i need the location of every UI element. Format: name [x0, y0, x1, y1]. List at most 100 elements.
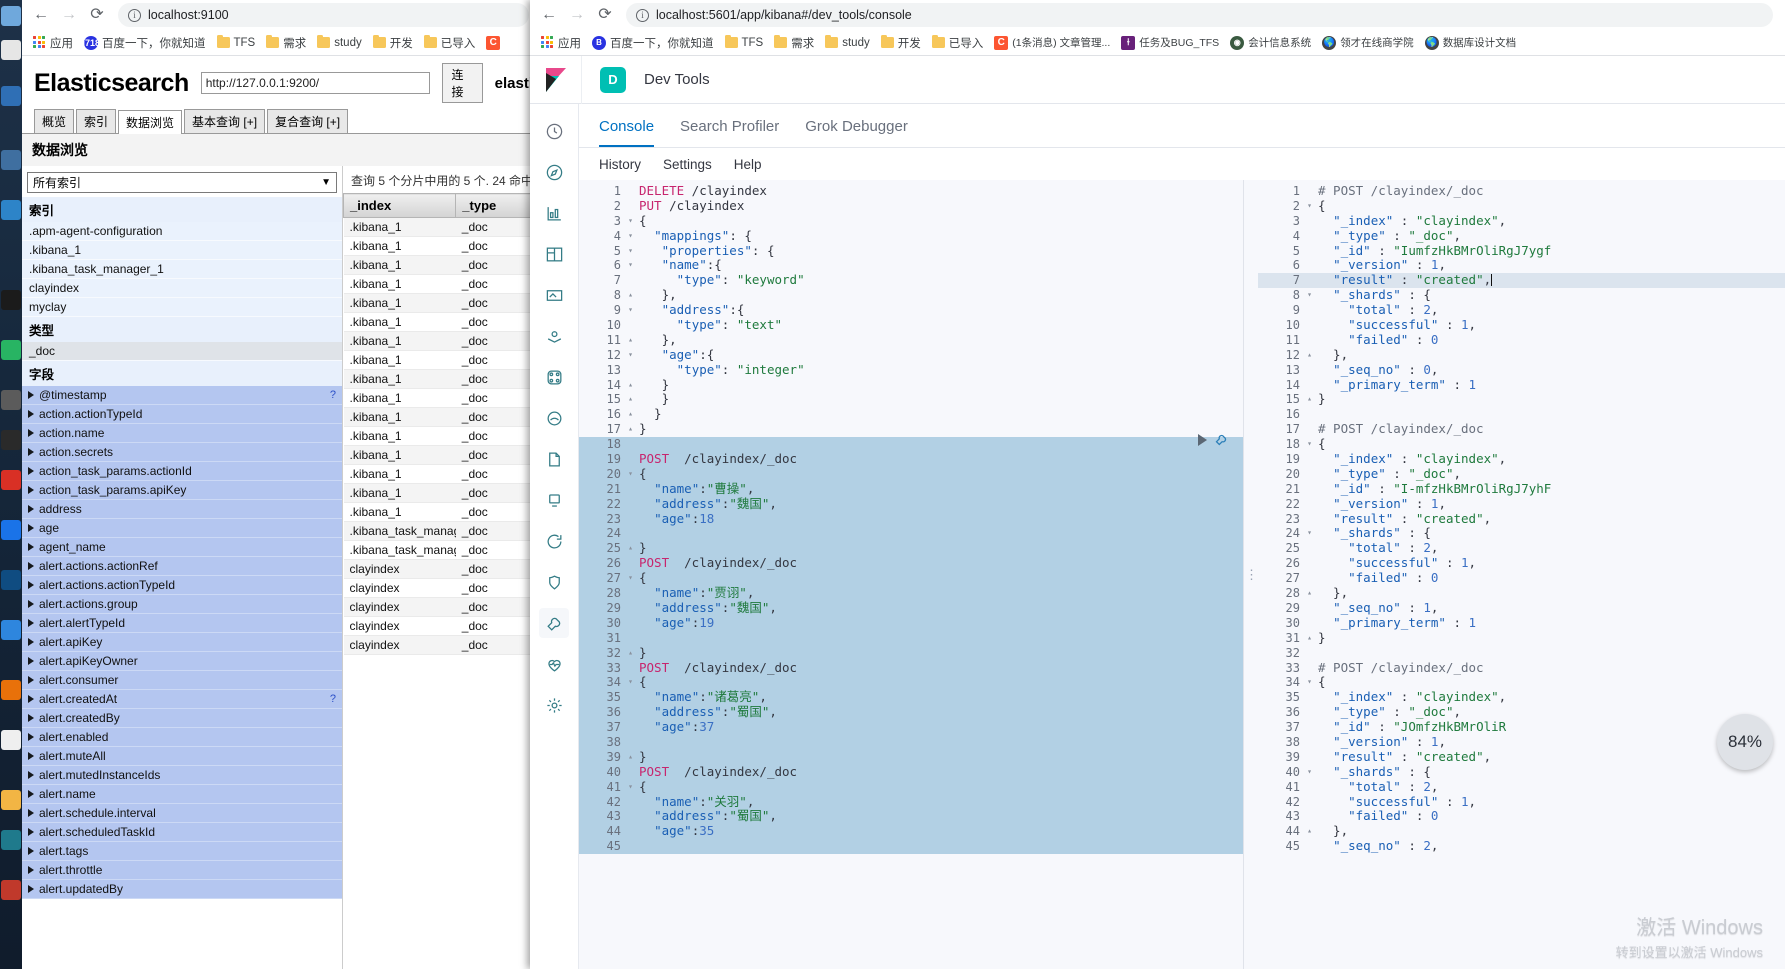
fold-toggle-icon[interactable]: ▴: [625, 333, 636, 348]
address-bar[interactable]: i localhost:5601/app/kibana#/dev_tools/c…: [626, 3, 1773, 27]
table-row[interactable]: .kibana_1 _doc: [343, 445, 541, 465]
fold-toggle-icon[interactable]: ▴: [1304, 824, 1315, 839]
field-item[interactable]: alert.actions.group: [22, 595, 342, 614]
index-item[interactable]: .kibana_1: [22, 241, 342, 260]
fold-toggle-icon[interactable]: ▾: [1304, 765, 1315, 780]
bookmark-tfs[interactable]: TFS: [213, 34, 260, 51]
fold-toggle-icon[interactable]: ▾: [625, 348, 636, 363]
field-item[interactable]: alert.enabled: [22, 728, 342, 747]
play-icon[interactable]: [1198, 433, 1207, 446]
fold-toggle-icon[interactable]: ▴: [1304, 631, 1315, 646]
expand-triangle-icon[interactable]: [28, 866, 34, 874]
site-info-icon[interactable]: i: [636, 8, 649, 22]
expand-triangle-icon[interactable]: [28, 828, 34, 836]
expand-triangle-icon[interactable]: [28, 657, 34, 665]
table-row[interactable]: .kibana_1 _doc: [343, 331, 541, 351]
bookmark-dev[interactable]: 开发: [369, 33, 417, 53]
fold-toggle-icon[interactable]: ▴: [625, 541, 636, 556]
desktop-icon[interactable]: [1, 680, 21, 700]
expand-triangle-icon[interactable]: [28, 619, 34, 627]
expand-triangle-icon[interactable]: [28, 600, 34, 608]
monitoring-icon[interactable]: [539, 649, 569, 679]
devtools-icon[interactable]: [539, 608, 569, 638]
kibana-logo[interactable]: [530, 55, 582, 104]
table-row[interactable]: .kibana_1 _doc: [343, 407, 541, 427]
field-item[interactable]: alert.apiKeyOwner: [22, 652, 342, 671]
table-row[interactable]: .kibana_1 _doc: [343, 369, 541, 389]
desktop-icon[interactable]: [1, 390, 21, 410]
pane-splitter[interactable]: ⋮: [1244, 180, 1258, 969]
field-item[interactable]: alert.tags: [22, 842, 342, 861]
expand-triangle-icon[interactable]: [28, 562, 34, 570]
column-header-index[interactable]: _index: [343, 193, 457, 218]
field-item[interactable]: agent_name: [22, 538, 342, 557]
index-item[interactable]: clayindex: [22, 279, 342, 298]
desktop-icon[interactable]: [1, 830, 21, 850]
bookmark-csdn[interactable]: C (1条消息) 文章管理...: [990, 33, 1114, 52]
expand-triangle-icon[interactable]: [28, 809, 34, 817]
bookmark-apps[interactable]: 应用: [537, 33, 585, 53]
field-item[interactable]: alert.name: [22, 785, 342, 804]
table-row[interactable]: .kibana_1 _doc: [343, 502, 541, 522]
bookmark-dev[interactable]: 开发: [877, 33, 925, 53]
expand-triangle-icon[interactable]: [28, 505, 34, 513]
table-row[interactable]: .kibana_1 _doc: [343, 274, 541, 294]
table-row[interactable]: .kibana_1 _doc: [343, 464, 541, 484]
expand-triangle-icon[interactable]: [28, 885, 34, 893]
field-item[interactable]: alert.consumer: [22, 671, 342, 690]
expand-triangle-icon[interactable]: [28, 524, 34, 532]
expand-triangle-icon[interactable]: [28, 790, 34, 798]
desktop-icon[interactable]: [1, 290, 21, 310]
bookmark-requirements[interactable]: 需求: [770, 33, 818, 53]
field-item[interactable]: alert.scheduledTaskId: [22, 823, 342, 842]
tab-search-profiler[interactable]: Search Profiler: [680, 118, 779, 147]
field-item[interactable]: alert.actions.actionTypeId: [22, 576, 342, 595]
desktop-icon[interactable]: [1, 150, 21, 170]
table-row[interactable]: .kibana_1 _doc: [343, 312, 541, 332]
forward-icon[interactable]: →: [564, 2, 590, 28]
field-help-icon[interactable]: ?: [330, 389, 336, 401]
fold-toggle-icon[interactable]: ▴: [1304, 392, 1315, 407]
response-pane[interactable]: 1 # POST /clayindex/_doc 2 ▾{3 "_index" : "…: [1258, 180, 1785, 969]
tab-console[interactable]: Console: [599, 118, 655, 147]
chart-icon[interactable]: [539, 198, 569, 228]
table-row[interactable]: .kibana_1 _doc: [343, 426, 541, 446]
logs-icon[interactable]: [539, 444, 569, 474]
fold-toggle-icon[interactable]: ▾: [625, 467, 636, 482]
expand-triangle-icon[interactable]: [28, 467, 34, 475]
field-item[interactable]: age: [22, 519, 342, 538]
connect-button[interactable]: 连接: [442, 63, 483, 103]
fold-toggle-icon[interactable]: ▾: [625, 303, 636, 318]
index-item[interactable]: .kibana_task_manager_1: [22, 260, 342, 279]
fold-toggle-icon[interactable]: ▴: [1304, 348, 1315, 363]
settings-link[interactable]: Settings: [663, 157, 712, 172]
fold-toggle-icon[interactable]: ▴: [625, 750, 636, 765]
field-item[interactable]: alert.apiKey: [22, 633, 342, 652]
bookmark-study[interactable]: study: [821, 34, 874, 51]
address-bar[interactable]: i localhost:9100: [118, 3, 529, 27]
fold-toggle-icon[interactable]: ▴: [625, 422, 636, 437]
bookmark-lingcai[interactable]: 🌎 领才在线商学院: [1318, 33, 1418, 52]
table-row[interactable]: .kibana_1 _doc: [343, 483, 541, 503]
expand-triangle-icon[interactable]: [28, 752, 34, 760]
index-select[interactable]: 所有索引 ▼: [27, 172, 337, 193]
canvas-icon[interactable]: [539, 280, 569, 310]
field-item[interactable]: @timestamp?: [22, 386, 342, 405]
clock-icon[interactable]: [539, 116, 569, 146]
back-icon[interactable]: ←: [28, 2, 54, 28]
fold-toggle-icon[interactable]: ▾: [1304, 288, 1315, 303]
bookmark-baidu[interactable]: \u718a 百度一下，你就知道: [77, 33, 210, 53]
desktop-icon[interactable]: [1, 40, 21, 60]
table-row[interactable]: clayindex _doc: [343, 559, 541, 579]
fold-toggle-icon[interactable]: ▾: [1304, 199, 1315, 214]
table-row[interactable]: clayindex _doc: [343, 635, 541, 655]
bookmark-baidu[interactable]: B 百度一下，你就知道: [588, 33, 718, 53]
table-row[interactable]: .kibana_1 _doc: [343, 217, 541, 237]
fold-toggle-icon[interactable]: ▾: [625, 214, 636, 229]
siem-icon[interactable]: [539, 567, 569, 597]
expand-triangle-icon[interactable]: [28, 695, 34, 703]
expand-triangle-icon[interactable]: [28, 410, 34, 418]
expand-triangle-icon[interactable]: [28, 581, 34, 589]
dashboard-icon[interactable]: [539, 239, 569, 269]
fold-toggle-icon[interactable]: ▾: [625, 244, 636, 259]
